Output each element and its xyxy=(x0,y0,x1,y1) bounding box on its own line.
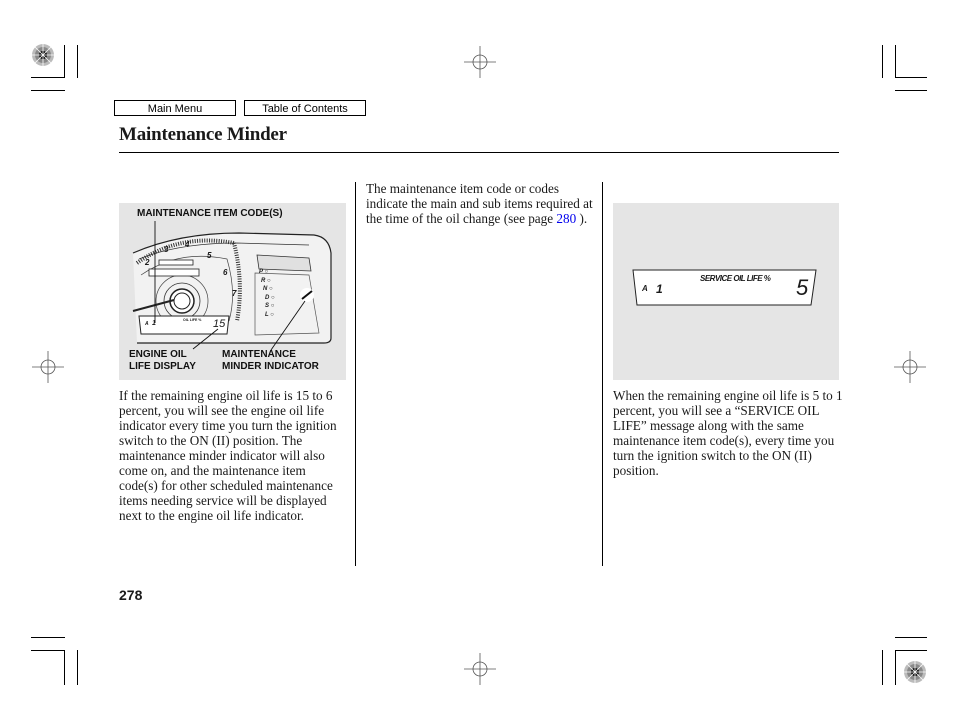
title-divider xyxy=(119,152,839,153)
crosshair-icon xyxy=(464,653,496,685)
registration-target-icon xyxy=(904,661,926,683)
gear-letter: N ○ xyxy=(263,286,273,293)
display-label: OIL LIFE % xyxy=(183,318,202,322)
display-value: 15 xyxy=(213,318,226,330)
page-title: Maintenance Minder xyxy=(119,124,287,145)
display-label: SERVICE OIL LIFE % xyxy=(700,274,771,283)
callout-maintenance-minder-indicator: MAINTENANCE MINDER INDICATOR xyxy=(222,349,319,372)
gear-indicator: P ○ R ○ N ○ D ○ S ○ L ○ xyxy=(259,268,275,320)
display-value: 5 xyxy=(796,275,809,300)
display-code-number: 1 xyxy=(152,320,156,327)
crosshair-icon xyxy=(32,351,64,383)
gauge-number: 2 xyxy=(145,258,150,267)
display-code-letter: A xyxy=(145,321,149,327)
column-divider xyxy=(602,182,603,566)
gauge-number: 3 xyxy=(164,245,169,254)
gauge-number: 7 xyxy=(232,289,237,298)
gear-letter: S ○ xyxy=(265,303,275,310)
column-divider xyxy=(355,182,356,566)
main-menu-button[interactable]: Main Menu xyxy=(114,100,236,116)
gear-letter: D ○ xyxy=(265,294,275,301)
page-280-link[interactable]: 280 xyxy=(556,211,576,226)
service-oil-life-figure: A 1 SERVICE OIL LIFE % 5 xyxy=(613,203,839,380)
gear-letter: L ○ xyxy=(265,311,274,318)
page-number: 278 xyxy=(119,587,143,603)
gauge-number: 5 xyxy=(207,251,212,260)
gear-letter: R ○ xyxy=(261,277,271,284)
middle-paragraph: The maintenance item code or codes indic… xyxy=(366,181,593,226)
gauge-number: 4 xyxy=(185,240,190,249)
callout-engine-oil-life-display: ENGINE OIL LIFE DISPLAY xyxy=(129,349,196,372)
crosshair-icon xyxy=(894,351,926,383)
instrument-cluster-figure: MAINTENANCE ITEM CODE(S) 2 3 4 5 6 7 P ○… xyxy=(119,203,346,380)
display-code-number: 1 xyxy=(656,282,663,296)
right-paragraph: When the remaining engine oil life is 5 … xyxy=(613,388,843,478)
table-of-contents-button[interactable]: Table of Contents xyxy=(244,100,366,116)
display-code-letter: A xyxy=(642,284,648,293)
left-paragraph: If the remaining engine oil life is 15 t… xyxy=(119,388,337,523)
crosshair-icon xyxy=(464,46,496,78)
gauge-number: 6 xyxy=(223,268,228,277)
registration-target-icon xyxy=(32,44,54,66)
gear-letter: P ○ xyxy=(259,269,269,275)
